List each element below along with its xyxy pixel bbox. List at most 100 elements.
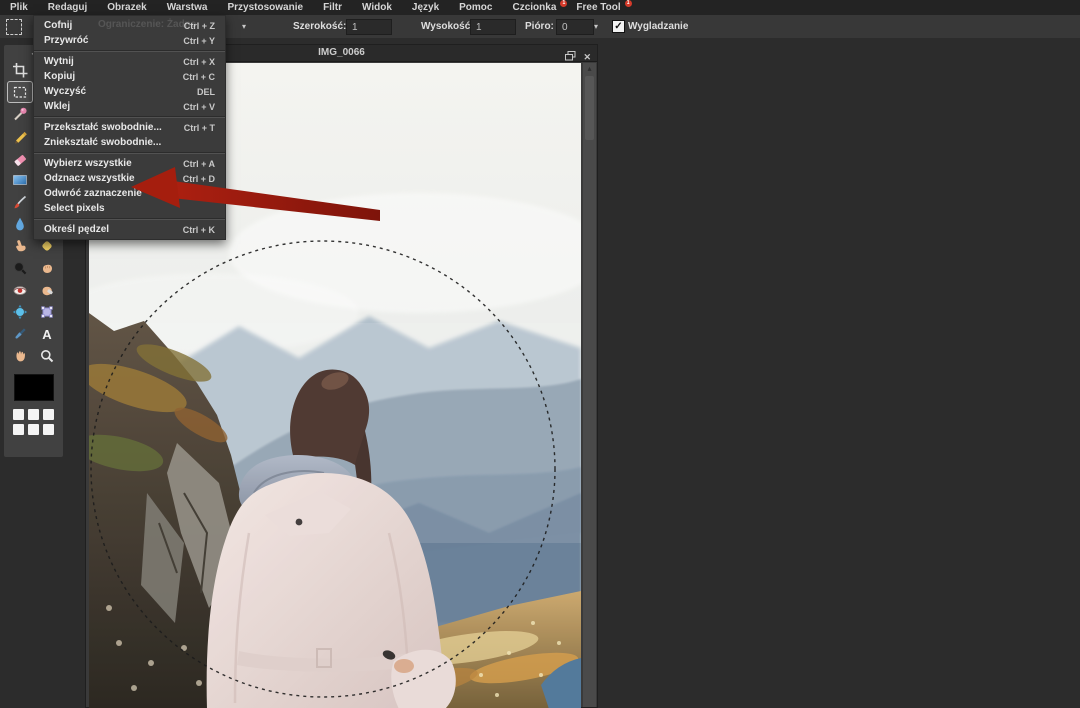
menu-item-label: Wklej bbox=[44, 101, 70, 112]
hand-icon bbox=[12, 348, 28, 364]
menu-separator bbox=[34, 218, 225, 220]
menu-item-shortcut: DEL bbox=[197, 87, 215, 97]
edit-dropdown-menu: Cofnij Ctrl + Z Przywróć Ctrl + Y Wytnij… bbox=[33, 15, 226, 240]
menu-item-label: Kopiuj bbox=[44, 71, 75, 82]
preset-square[interactable] bbox=[28, 409, 39, 420]
eraser-tool[interactable] bbox=[8, 148, 32, 168]
preset-square[interactable] bbox=[43, 409, 54, 420]
menu-item-select-pixels[interactable]: Select pixels bbox=[34, 201, 225, 216]
height-input[interactable] bbox=[470, 19, 516, 35]
zoom-tool[interactable] bbox=[35, 346, 59, 366]
menu-item-label: Określ pędzel bbox=[44, 224, 109, 235]
menu-item-shortcut: Ctrl + A bbox=[183, 159, 215, 169]
menu-free-tool[interactable]: Free Tool 1 bbox=[566, 0, 630, 15]
menu-item-przywroc[interactable]: Przywróć Ctrl + Y bbox=[34, 33, 225, 48]
menu-filtr[interactable]: Filtr bbox=[313, 0, 352, 15]
menu-czcionka-label: Czcionka bbox=[512, 2, 556, 13]
menu-item-shortcut: Ctrl + Y bbox=[183, 36, 215, 46]
image-editor-app: Plik Redaguj Obrazek Warstwa Przystosowa… bbox=[0, 0, 1080, 708]
chevron-down-icon[interactable]: ▾ bbox=[242, 22, 246, 31]
chevron-down-icon[interactable]: ▾ bbox=[594, 22, 598, 31]
menu-item-odznacz-wszystkie[interactable]: Odznacz wszystkie Ctrl + D bbox=[34, 171, 225, 186]
menu-plik[interactable]: Plik bbox=[0, 0, 38, 15]
menu-item-kopiuj[interactable]: Kopiuj Ctrl + C bbox=[34, 69, 225, 84]
antialias-checkbox[interactable]: ✓ bbox=[612, 20, 625, 33]
magic-wand-tool[interactable] bbox=[8, 104, 32, 124]
width-input[interactable] bbox=[346, 19, 392, 35]
scrollbar-thumb[interactable] bbox=[585, 76, 594, 140]
menu-item-label: Wyczyść bbox=[44, 86, 86, 97]
liquify-icon bbox=[12, 304, 28, 320]
menu-item-label: Odznacz wszystkie bbox=[44, 173, 135, 184]
transform-icon bbox=[39, 304, 55, 320]
foreground-color-swatch[interactable] bbox=[14, 374, 54, 401]
preset-square[interactable] bbox=[28, 424, 39, 435]
eraser-icon bbox=[12, 150, 28, 166]
grab-hand-icon bbox=[39, 260, 55, 276]
preset-square[interactable] bbox=[13, 409, 24, 420]
menu-item-wytnij[interactable]: Wytnij Ctrl + X bbox=[34, 54, 225, 69]
text-tool-icon: A bbox=[42, 328, 51, 341]
menu-widok[interactable]: Widok bbox=[352, 0, 402, 15]
menu-item-przeksztalc[interactable]: Przekształć swobodnie... Ctrl + T bbox=[34, 120, 225, 135]
marquee-tool-selected[interactable] bbox=[8, 82, 32, 102]
menu-separator bbox=[34, 116, 225, 118]
heal-hand-icon bbox=[39, 282, 55, 298]
menu-free-tool-label: Free Tool bbox=[576, 2, 620, 13]
crop-icon bbox=[12, 62, 28, 78]
blur-tool[interactable] bbox=[8, 214, 32, 234]
menu-przystosowanie[interactable]: Przystosowanie bbox=[217, 0, 313, 15]
menu-jezyk[interactable]: Język bbox=[402, 0, 449, 15]
feather-label: Pióro: bbox=[525, 21, 554, 32]
menu-item-label: Select pixels bbox=[44, 203, 105, 214]
menu-item-okresl-pedzel[interactable]: Określ pędzel Ctrl + K bbox=[34, 222, 225, 237]
menu-czcionka[interactable]: Czcionka 1 bbox=[502, 0, 566, 15]
transform-tool[interactable] bbox=[35, 302, 59, 322]
clone-tool[interactable] bbox=[35, 258, 59, 278]
restore-window-icon[interactable] bbox=[565, 48, 576, 66]
gradient-tool[interactable] bbox=[8, 170, 32, 190]
layout-presets bbox=[4, 409, 63, 435]
preset-square[interactable] bbox=[13, 424, 24, 435]
antialias-label: Wygladzanie bbox=[628, 21, 688, 32]
menu-item-shortcut: Ctrl + K bbox=[183, 225, 215, 235]
menu-warstwa[interactable]: Warstwa bbox=[157, 0, 218, 15]
close-icon[interactable]: ✕ bbox=[583, 52, 591, 62]
menu-item-wybierz-wszystkie[interactable]: Wybierz wszystkie Ctrl + A bbox=[34, 156, 225, 171]
blur-drop-icon bbox=[12, 216, 28, 232]
menu-obrazek[interactable]: Obrazek bbox=[97, 0, 156, 15]
menu-separator bbox=[34, 50, 225, 52]
preset-square[interactable] bbox=[43, 424, 54, 435]
vertical-scrollbar[interactable]: ▴ bbox=[583, 63, 596, 707]
hand-tool[interactable] bbox=[8, 346, 32, 366]
gradient-icon bbox=[12, 172, 28, 188]
text-tool[interactable]: A bbox=[35, 324, 59, 344]
red-eye-icon bbox=[12, 282, 28, 298]
heal-tool[interactable] bbox=[35, 280, 59, 300]
menu-item-wyczysc[interactable]: Wyczyść DEL bbox=[34, 84, 225, 99]
eyedropper-tool[interactable] bbox=[8, 324, 32, 344]
menu-item-odwroc-zaznaczenie[interactable]: Odwróć zaznaczenie bbox=[34, 186, 225, 201]
burn-tool[interactable] bbox=[8, 258, 32, 278]
menu-pomoc[interactable]: Pomoc bbox=[449, 0, 502, 15]
width-label: Szerokość: bbox=[293, 21, 346, 32]
pencil-tool[interactable] bbox=[8, 126, 32, 146]
ghost-options-text: Ograniczenie: Żadne bbox=[98, 19, 196, 30]
smudge-tool[interactable] bbox=[8, 236, 32, 256]
menu-item-shortcut: Ctrl + T bbox=[184, 123, 215, 133]
menu-item-label: Wytnij bbox=[44, 56, 74, 67]
menu-item-znieksztalc[interactable]: Zniekształć swobodnie... bbox=[34, 135, 225, 150]
marquee-icon bbox=[12, 84, 28, 100]
brush-tool[interactable] bbox=[8, 192, 32, 212]
pencil-icon bbox=[12, 128, 28, 144]
menu-item-shortcut: Ctrl + C bbox=[183, 72, 215, 82]
red-eye-tool[interactable] bbox=[8, 280, 32, 300]
menu-item-wklej[interactable]: Wklej Ctrl + V bbox=[34, 99, 225, 114]
feather-input[interactable] bbox=[556, 19, 594, 35]
menu-redaguj[interactable]: Redaguj bbox=[38, 0, 97, 15]
eyedropper-icon bbox=[12, 326, 28, 342]
menu-item-label: Odwróć zaznaczenie bbox=[44, 188, 142, 199]
crop-tool[interactable] bbox=[8, 60, 32, 80]
menu-item-label: Przekształć swobodnie... bbox=[44, 122, 162, 133]
liquify-tool[interactable] bbox=[8, 302, 32, 322]
